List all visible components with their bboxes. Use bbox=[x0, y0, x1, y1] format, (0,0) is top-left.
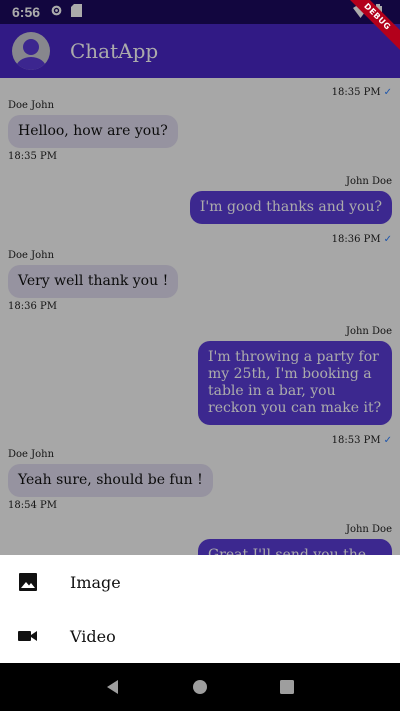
modal-scrim[interactable] bbox=[0, 0, 400, 555]
app-screen: 6:56 DEBUG ChatApp 18:35 PM ✓ Doe John H… bbox=[0, 0, 400, 663]
sheet-item-image[interactable]: Image bbox=[0, 555, 400, 609]
system-nav-bar bbox=[0, 663, 400, 711]
recents-icon[interactable] bbox=[277, 677, 297, 697]
videocam-icon bbox=[18, 626, 38, 646]
attachment-bottom-sheet: Image Video bbox=[0, 555, 400, 663]
image-icon bbox=[18, 572, 38, 592]
sheet-item-label: Video bbox=[70, 626, 116, 646]
sheet-item-video[interactable]: Video bbox=[0, 609, 400, 663]
sheet-item-label: Image bbox=[70, 572, 121, 592]
back-icon[interactable] bbox=[103, 677, 123, 697]
home-icon[interactable] bbox=[190, 677, 210, 697]
